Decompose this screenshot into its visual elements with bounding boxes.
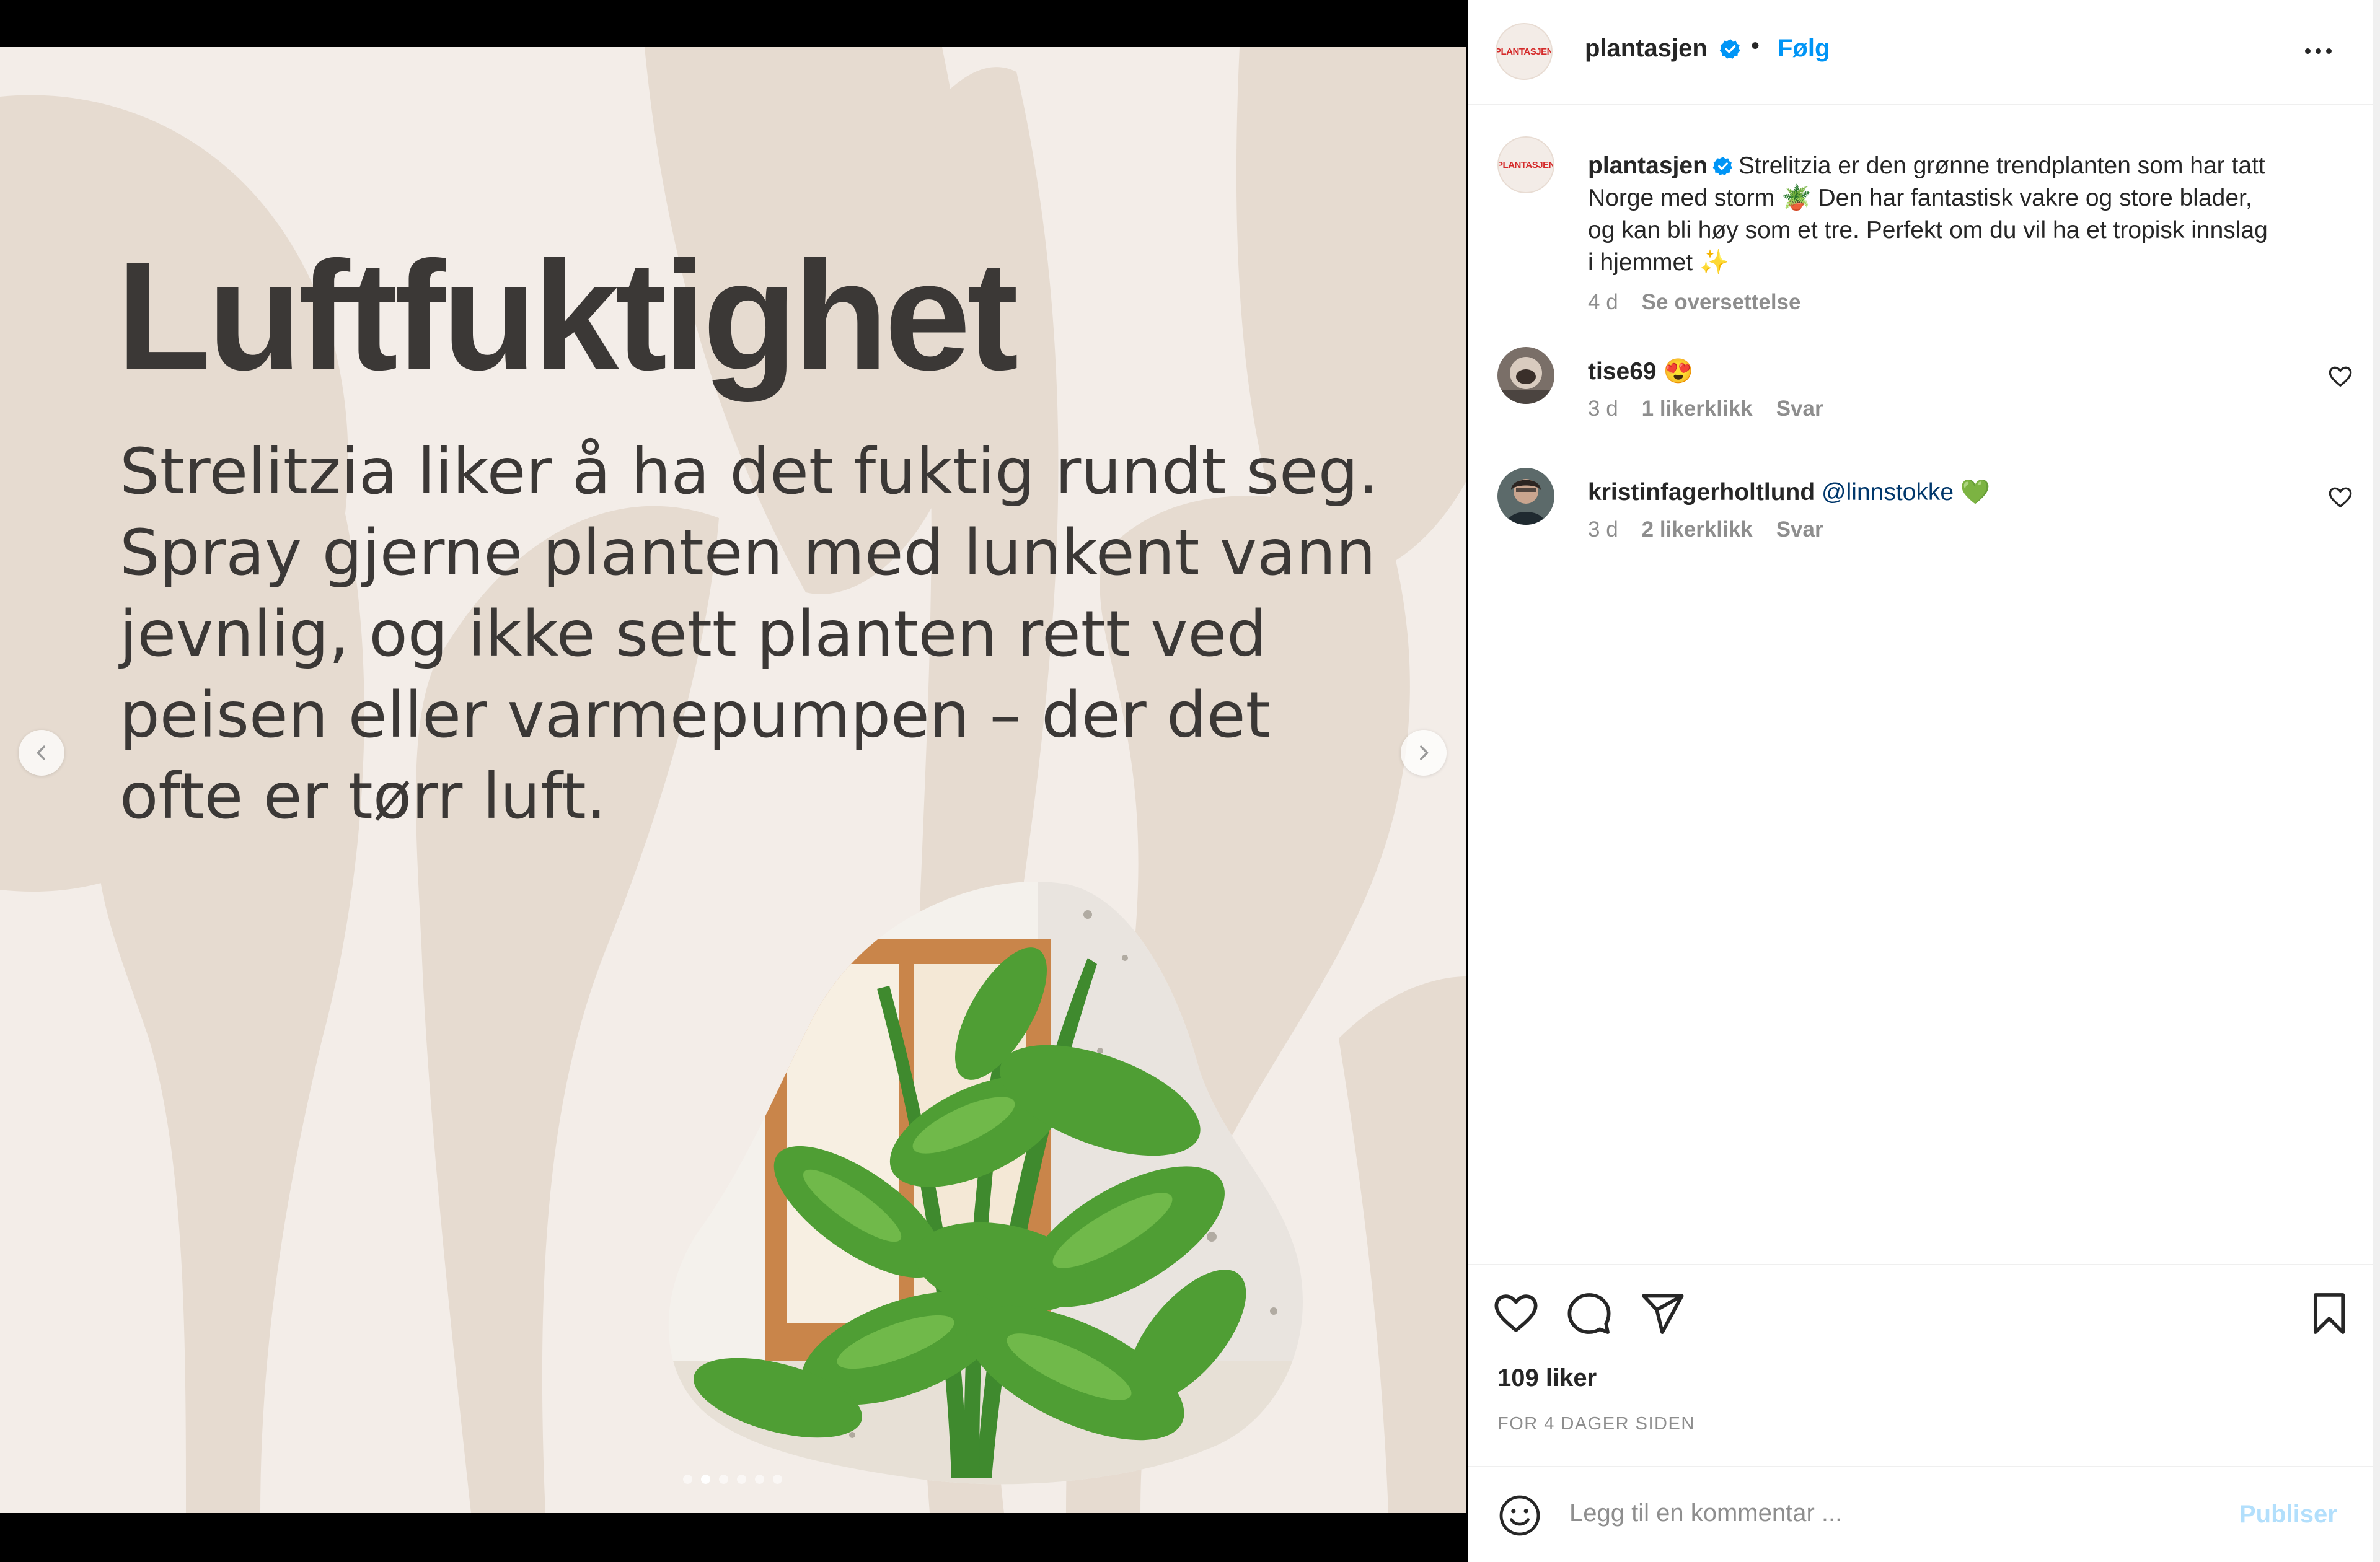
reply-button[interactable]: Svar xyxy=(1776,397,1823,421)
slide-body-text: Strelitzia liker å ha det fuktig rundt s… xyxy=(120,435,1378,833)
verified-badge-icon xyxy=(1712,157,1732,175)
author-username[interactable]: plantasjen xyxy=(1585,35,1742,63)
slide-title: Luftfuktighet xyxy=(117,229,1018,402)
likes-count[interactable]: 109 liker xyxy=(1497,1364,1597,1392)
carousel-indicator xyxy=(683,1475,782,1484)
chevron-left-icon xyxy=(37,745,45,760)
avatar[interactable] xyxy=(1497,468,1554,525)
add-comment-bar: Publiser xyxy=(1468,1466,2373,1562)
more-icon-dot xyxy=(2325,48,2332,54)
reply-button[interactable]: Svar xyxy=(1776,517,1823,542)
comment-meta: 3 d 2 likerklikk Svar xyxy=(1588,517,1823,542)
carousel-dot xyxy=(773,1475,782,1484)
comment-item: tise69 😍 3 d 1 likerklikk Svar xyxy=(1468,347,2373,446)
brand-logo-text: PLANTASJEN xyxy=(1497,159,1554,170)
carousel-dot-active xyxy=(701,1475,710,1484)
comment-item: kristinfagerholtlund @linnstokke 💚 3 d 2… xyxy=(1468,468,2373,567)
caption-meta: 4 d Se oversettelse xyxy=(1588,290,1800,315)
avatar[interactable] xyxy=(1497,347,1554,404)
comment-input[interactable] xyxy=(1569,1499,2189,1527)
avatar[interactable]: PLANTASJEN xyxy=(1496,23,1553,80)
comment-text-block: kristinfagerholtlund @linnstokke 💚 xyxy=(1588,476,2276,509)
scrollbar-track[interactable] xyxy=(2373,0,2380,1562)
header-separator: • xyxy=(1751,32,1760,59)
comment-mention[interactable]: @linnstokke xyxy=(1822,479,1954,506)
caption-time: 4 d xyxy=(1588,290,1618,314)
heart-icon[interactable] xyxy=(2328,485,2353,510)
post-actions: 109 liker FOR 4 DAGER SIDEN xyxy=(1468,1264,2373,1467)
post-media: Luftfuktighet Strelitzia liker å ha det … xyxy=(0,0,1466,1562)
post-header: PLANTASJEN plantasjen • Følg xyxy=(1468,0,2373,105)
comment-icon[interactable] xyxy=(1566,1290,1613,1337)
carousel-dot xyxy=(737,1475,746,1484)
heart-icon[interactable] xyxy=(1492,1290,1540,1337)
author-username-text[interactable]: plantasjen xyxy=(1585,35,1708,62)
comment-username[interactable]: kristinfagerholtlund xyxy=(1588,479,1815,506)
carousel-next-button[interactable] xyxy=(1401,730,1447,776)
comment-meta: 3 d 1 likerklikk Svar xyxy=(1588,397,1823,421)
comment-username[interactable]: tise69 xyxy=(1588,358,1657,385)
comment-likes[interactable]: 1 likerklikk xyxy=(1642,397,1753,421)
more-icon-dot xyxy=(2315,48,2321,54)
follow-button[interactable]: Følg xyxy=(1778,35,1830,63)
carousel-dot xyxy=(683,1475,692,1484)
more-icon xyxy=(2304,48,2311,54)
share-icon[interactable] xyxy=(1639,1290,1686,1337)
emoji-icon[interactable] xyxy=(1497,1493,1542,1538)
post-side-panel: PLANTASJEN plantasjen • Følg PLANTASJEN … xyxy=(1468,0,2380,1562)
verified-badge-icon xyxy=(1719,39,1740,59)
comment-text-block: tise69 😍 xyxy=(1588,356,2276,388)
heart-icon[interactable] xyxy=(2328,364,2353,389)
bookmark-icon[interactable] xyxy=(2306,1290,2353,1337)
caption-text-block: plantasjen Strelitzia er den grønne trend… xyxy=(1588,150,2276,279)
caption-username[interactable]: plantasjen xyxy=(1588,152,1708,179)
carousel-slide: Luftfuktighet Strelitzia liker å ha det … xyxy=(0,47,1466,1513)
avatar[interactable]: PLANTASJEN xyxy=(1497,136,1554,193)
comment-time: 3 d xyxy=(1588,397,1618,421)
post-date[interactable]: FOR 4 DAGER SIDEN xyxy=(1497,1414,1695,1434)
caption: PLANTASJEN plantasjen Strelitzia er den g… xyxy=(1468,136,2373,314)
carousel-prev-button[interactable] xyxy=(19,730,64,776)
more-options-button[interactable] xyxy=(2296,37,2340,64)
comment-text: 😍 xyxy=(1663,358,1693,385)
carousel-dot xyxy=(755,1475,764,1484)
chevron-right-icon xyxy=(1420,745,1429,760)
translate-link[interactable]: Se oversettelse xyxy=(1642,290,1801,315)
publish-button[interactable]: Publiser xyxy=(2239,1501,2337,1529)
comment-time: 3 d xyxy=(1588,517,1618,542)
comment-likes[interactable]: 2 likerklikk xyxy=(1642,517,1753,542)
comment-text: 💚 xyxy=(1954,479,1991,506)
carousel-dot xyxy=(719,1475,728,1484)
brand-logo-text: PLANTASJEN xyxy=(1496,46,1553,57)
plant-photo xyxy=(668,881,1303,1485)
